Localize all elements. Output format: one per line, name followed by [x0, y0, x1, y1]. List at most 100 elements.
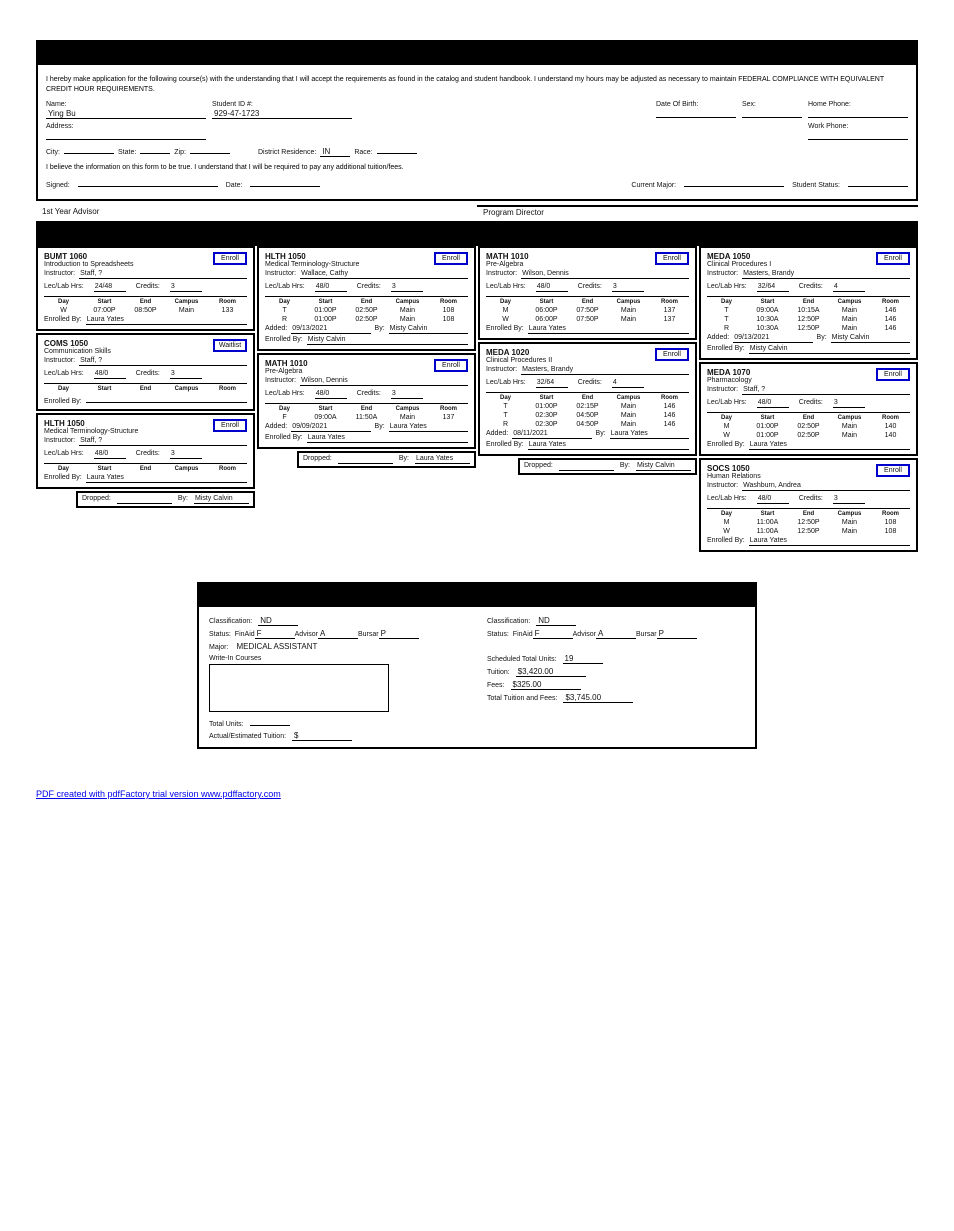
state-value: [140, 144, 170, 154]
left-sub: 1st Year Advisor: [36, 205, 477, 219]
sched-header: Day: [44, 299, 83, 305]
pdf-link[interactable]: PDF created with pdfFactory trial versio…: [36, 789, 281, 799]
enrolled-label: Enrolled By:: [707, 345, 745, 352]
course-box: MATH 1010Pre-AlgebraEnrollInstructor:Wil…: [478, 246, 697, 340]
status-label-r: Status:: [487, 631, 509, 638]
credits-value: 3: [170, 283, 202, 292]
schedule-grid: DayStartEndCampusRoom: [44, 463, 247, 472]
city-value: [64, 144, 114, 154]
hours-value: 48/0: [315, 390, 347, 399]
sched-cell: 108: [871, 528, 910, 535]
hours-label: Lec/Lab Hrs:: [265, 390, 305, 399]
sched-cell: Main: [167, 307, 206, 314]
writein-box[interactable]: [209, 664, 389, 712]
sched-cell: 01:00P: [306, 307, 345, 314]
schedule-grid: DayStartEndCampusRoomT01:00P02:15PMain14…: [486, 392, 689, 428]
instructor-value: Masters, Brandy: [742, 270, 910, 279]
homephone-value: [808, 108, 908, 118]
pdf-footer: PDF created with pdfFactory trial versio…: [36, 789, 918, 799]
status-item-label: FinAid: [513, 631, 533, 638]
sched-cell: 11:00A: [748, 528, 787, 535]
instructor-value: Staff, ?: [79, 357, 247, 366]
sched-header: End: [126, 299, 165, 305]
sched-cell: T: [486, 403, 525, 410]
course-title: Medical Terminology-Structure: [265, 261, 359, 268]
sched-cell: 01:00P: [306, 316, 345, 323]
sched-header: Start: [748, 415, 787, 421]
sched-cell: 133: [208, 307, 247, 314]
by-label: By:: [375, 423, 385, 430]
instructor-value: Wallace, Cathy: [300, 270, 468, 279]
hours-label: Lec/Lab Hrs:: [265, 283, 305, 292]
sched-cell: 02:50P: [347, 316, 386, 323]
instructor-value: Staff, ?: [79, 270, 247, 279]
credits-value: 4: [612, 379, 644, 388]
sched-cell: T: [486, 412, 525, 419]
total-label: Total Tuition and Fees:: [487, 695, 557, 702]
fees-label: Fees:: [487, 682, 505, 689]
sched-header: Campus: [167, 386, 206, 392]
schedule-grid: DayStartEndCampusRoomT01:00P02:50PMain10…: [265, 296, 468, 323]
course-title: Pre-Algebra: [265, 368, 308, 375]
sched-header: Room: [208, 466, 247, 472]
sched-header: Day: [486, 395, 525, 401]
sched-cell: T: [265, 307, 304, 314]
sched-header: Campus: [609, 299, 648, 305]
hours-value: 48/0: [536, 283, 568, 292]
sched-cell: 10:15A: [789, 307, 828, 314]
sched-cell: Main: [830, 432, 869, 439]
sched-cell: 10:30A: [748, 316, 787, 323]
sched-cell: 11:50A: [347, 414, 386, 421]
sched-cell: Main: [830, 325, 869, 332]
sched-header: Room: [650, 395, 689, 401]
course-box: COMS 1050Communication SkillsWaitlistIns…: [36, 333, 255, 411]
by-label: By:: [817, 334, 827, 341]
course-box: HLTH 1050Medical Terminology-StructureEn…: [257, 246, 476, 351]
sched-cell: Main: [609, 316, 648, 323]
enrolled-value: Laura Yates: [86, 316, 247, 325]
instructor-label: Instructor:: [44, 437, 75, 444]
course-id: BUMT 1060: [44, 252, 134, 261]
units-value: [250, 716, 290, 726]
course-title: Clinical Procedures II: [486, 357, 552, 364]
status-item-label: Bursar: [358, 631, 379, 638]
sched-cell: R: [486, 421, 525, 428]
sched-cell: 09:00A: [306, 414, 345, 421]
hours-value: 48/0: [315, 283, 347, 292]
homephone-label: Home Phone:: [808, 101, 908, 108]
sched-header: Room: [650, 299, 689, 305]
total-value: $3,745.00: [563, 692, 633, 703]
sched-header: Start: [306, 406, 345, 412]
course-status: Enroll: [434, 359, 468, 372]
sched-cell: 12:50P: [789, 325, 828, 332]
sched-header: Campus: [609, 395, 648, 401]
sched-cell: 02:50P: [789, 423, 828, 430]
sched-header: Day: [44, 386, 83, 392]
sched-cell: T: [707, 307, 746, 314]
sched-cell: 108: [871, 519, 910, 526]
sched-cell: Main: [388, 414, 427, 421]
instructor-value: Wilson, Dennis: [521, 270, 689, 279]
sched-header: Day: [265, 406, 304, 412]
credits-label: Credits:: [578, 283, 602, 292]
ssn-value: 929-47-1723: [212, 108, 352, 119]
course-box: MEDA 1050Clinical Procedures IEnrollInst…: [699, 246, 918, 360]
course-id: MEDA 1020: [486, 348, 552, 357]
sched-cell: 140: [871, 432, 910, 439]
units-label: Total Units:: [209, 721, 244, 728]
sched-header: End: [126, 386, 165, 392]
intro-paragraph: I hereby make application for the follow…: [46, 75, 908, 95]
sched-cell: 02:50P: [789, 432, 828, 439]
credits-label: Credits:: [357, 390, 381, 399]
zip-value: [190, 144, 230, 154]
course-id: SOCS 1050: [707, 464, 761, 473]
status-item-value: P: [379, 628, 419, 639]
sched-header: Room: [208, 386, 247, 392]
added-date: 08/11/2021: [512, 430, 591, 439]
enrolled-value: [86, 394, 247, 403]
instructor-label: Instructor:: [486, 270, 517, 277]
sched-header: Room: [871, 299, 910, 305]
instructor-value: Staff, ?: [79, 437, 247, 446]
sched-header: End: [347, 299, 386, 305]
status-item-label: Bursar: [636, 631, 657, 638]
